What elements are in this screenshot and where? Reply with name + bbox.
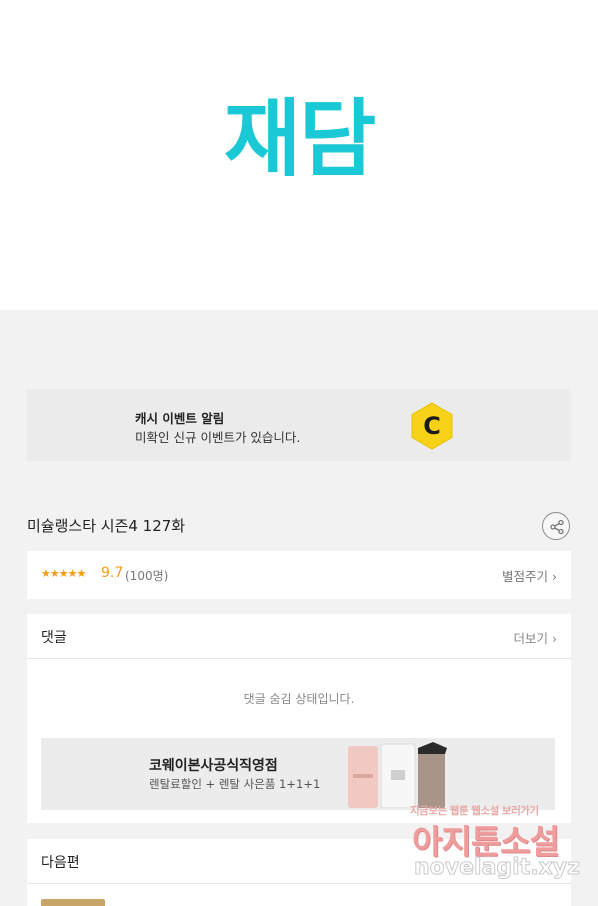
cash-coin-icon: C [411, 402, 453, 450]
share-button[interactable] [542, 512, 570, 540]
ad-product-image [348, 742, 447, 808]
comments-hidden-notice: 댓글 숨김 상태입니다. [243, 692, 355, 706]
ad-banner[interactable]: 코웨이본사공식직영점 렌탈료할인 + 렌탈 사은품 1+1+1 [41, 738, 555, 810]
cash-banner-title: 캐시 이벤트 알림 [135, 411, 225, 426]
comments-section: 댓글 더보기 › 댓글 숨김 상태입니다. 코웨이본사공식직영점 렌탈료할인 +… [27, 614, 571, 823]
comments-more-link[interactable]: 더보기 › [514, 628, 557, 647]
cash-event-banner[interactable]: 캐시 이벤트 알림 미확인 신규 이벤트가 있습니다. C [27, 389, 571, 461]
rating-score: 9.7 [101, 565, 124, 581]
ad-title: 코웨이본사공식직영점 [149, 758, 278, 774]
rating-card: ★★★★★ 9.7 (100명) 별점주기 › [27, 551, 571, 599]
ad-subtitle: 렌탈료할인 + 렌탈 사은품 1+1+1 [149, 777, 321, 791]
next-episode-thumbnail[interactable] [41, 899, 105, 906]
give-rating-link[interactable]: 별점주기 › [502, 566, 557, 585]
next-episode-title: 다음편 [41, 855, 80, 871]
episode-title: 미슐랭스타 시즌4 127화 [27, 517, 186, 535]
comments-title: 댓글 [41, 630, 67, 646]
comments-header: 댓글 더보기 › [27, 614, 571, 659]
cash-banner-subtitle: 미확인 신규 이벤트가 있습니다. [135, 430, 301, 445]
coin-letter: C [423, 412, 441, 440]
rating-count: (100명) [125, 569, 169, 583]
share-icon [550, 519, 564, 535]
rating-stars: ★★★★★ [41, 567, 86, 580]
watermark-url: novelagit.xyz [414, 855, 581, 881]
watermark: 지금보는 웹툰 웹소설 보러가기 아지툰소설 novelagit.xyz [408, 803, 580, 887]
jaedam-logo: 재담 [223, 90, 377, 188]
logo-area: 재담 [0, 0, 598, 310]
